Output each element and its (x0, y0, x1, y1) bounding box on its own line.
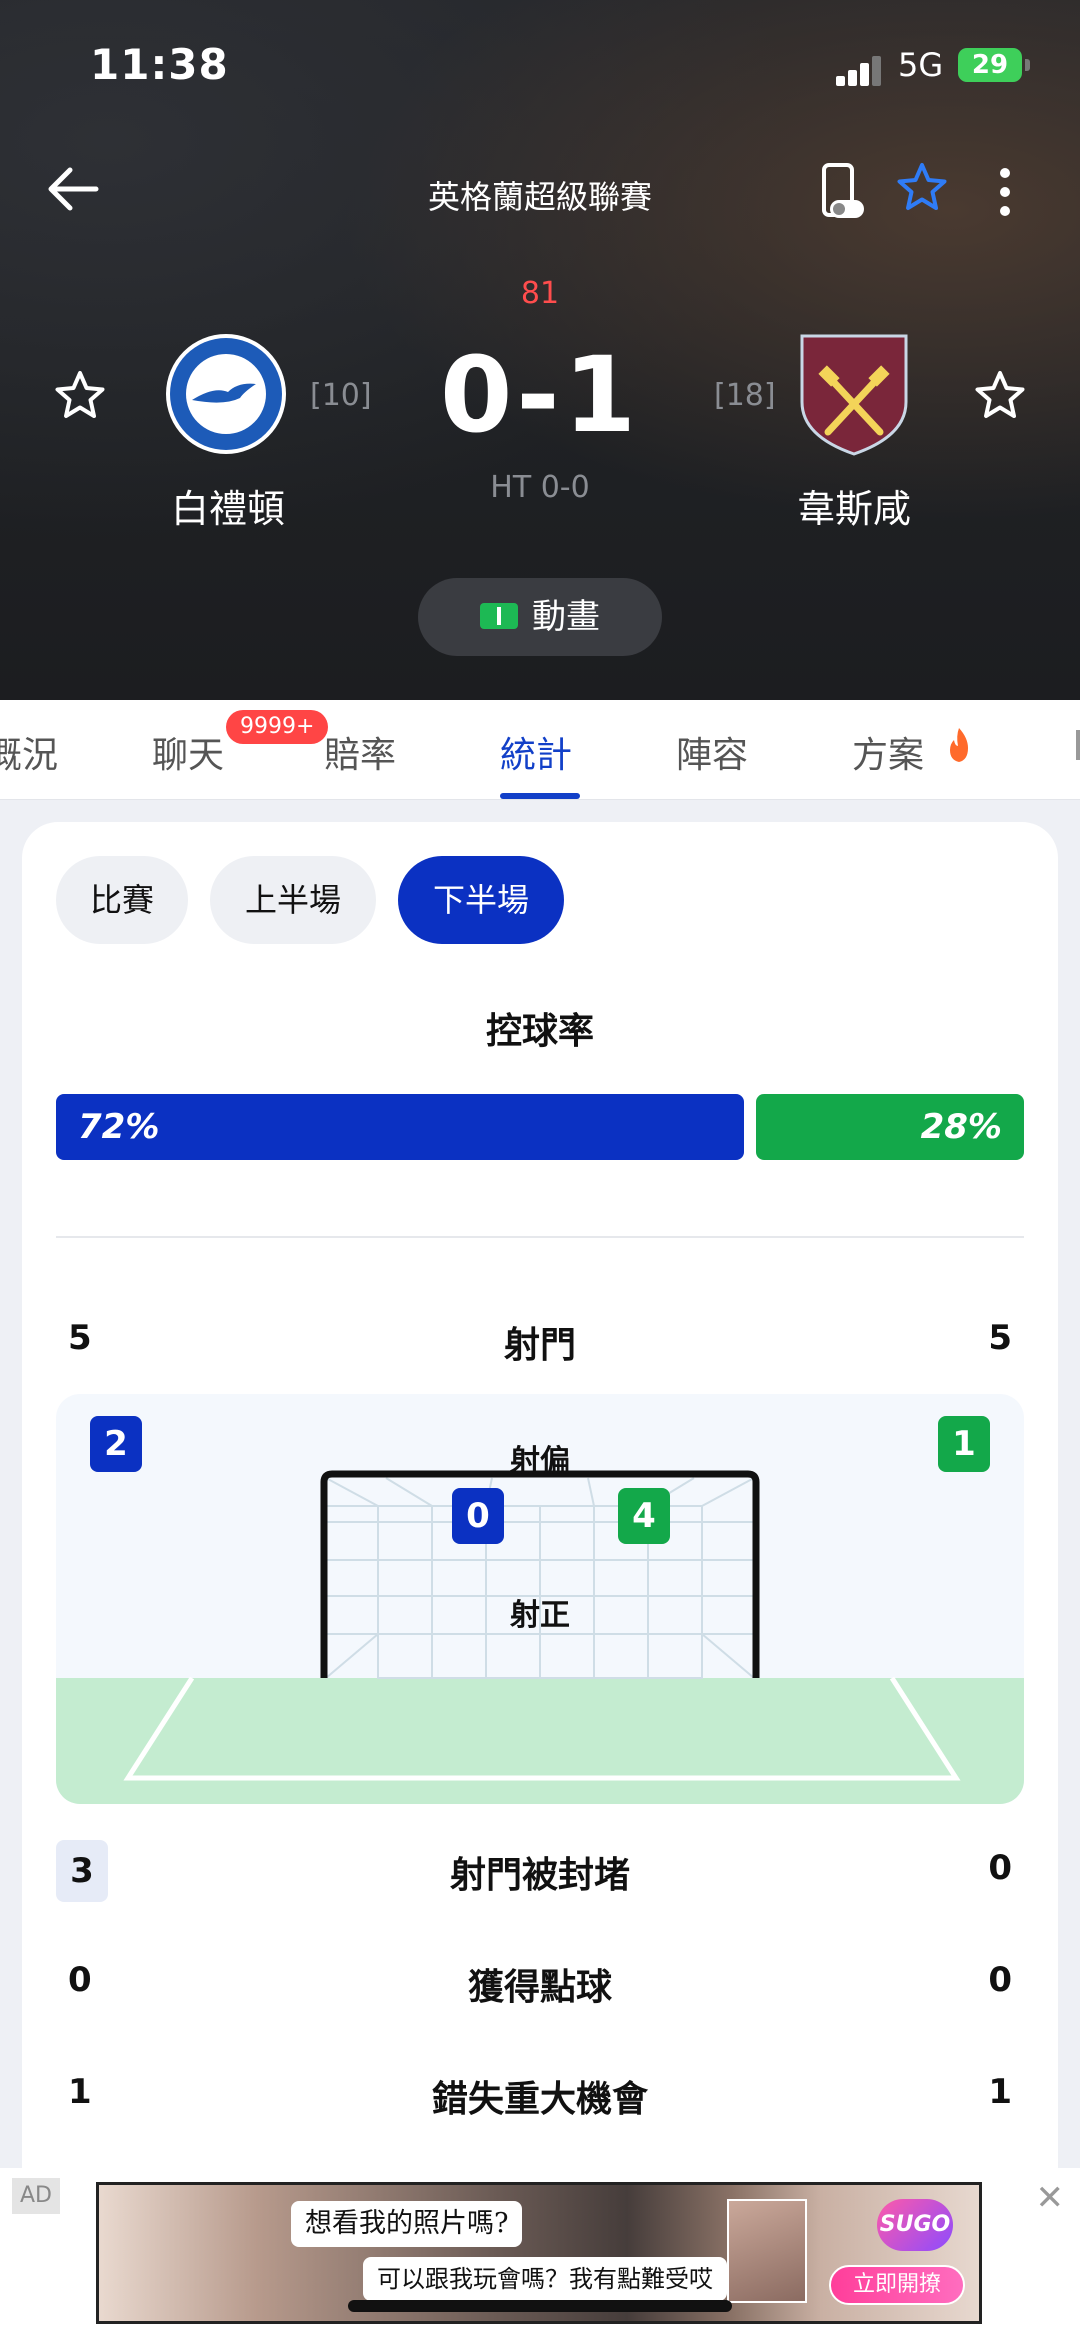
network-label: 5G (898, 46, 944, 84)
shots-on-home: 0 (452, 1488, 504, 1544)
shot-map: 2 射偏 1 0 4 射正 (56, 1394, 1024, 1804)
blocked-away: 0 (988, 1848, 1012, 1888)
ad-cta-button[interactable]: 立即開撩 (829, 2265, 965, 2305)
ad-tag: AD (12, 2178, 60, 2214)
battery-icon: 29 (958, 48, 1022, 82)
ad-close-icon[interactable]: ✕ (1036, 2178, 1065, 2218)
away-team-name[interactable]: 韋斯咸 (734, 478, 974, 533)
ad-text-line2: 可以跟我玩會嗎？我有點難受哎 (363, 2257, 727, 2301)
shots-off-away: 1 (938, 1416, 990, 1472)
phone-toggle-icon[interactable] (818, 162, 868, 222)
favorite-away-star-icon[interactable] (972, 368, 1028, 424)
home-rank: [10] (310, 378, 372, 413)
league-title: 英格蘭超級聯賽 (427, 178, 652, 216)
match-header: 11:38 5G 29 英格蘭超級聯賽 81 [10] 白禮頓 0-1 HT 0… (0, 0, 1080, 700)
back-arrow-icon[interactable] (44, 164, 104, 214)
possession-away-bar: 28% (756, 1094, 1024, 1160)
tab-lineup[interactable]: 陣容 (676, 726, 748, 778)
ad-brand-logo: SUGO (877, 2199, 953, 2251)
possession-home-value: 72% (78, 1107, 160, 1147)
home-team-name[interactable]: 白禮頓 (108, 478, 348, 533)
next-tab-peek (1076, 730, 1080, 760)
halftime-score: HT 0-0 (490, 470, 590, 505)
penalties-away: 0 (988, 1960, 1012, 2000)
stat-row-big-chances-missed: 1 錯失重大機會 1 (56, 2064, 1024, 2124)
favorite-home-star-icon[interactable] (52, 368, 108, 424)
chip-first-half[interactable]: 上半場 (210, 856, 376, 944)
favorite-match-star-icon[interactable] (894, 160, 950, 216)
shots-on-label: 射正 (510, 1598, 570, 1633)
shots-off-label: 射偏 (510, 1444, 570, 1479)
chip-second-half[interactable]: 下半場 (398, 856, 564, 944)
status-time: 11:38 (90, 40, 229, 89)
shots-label: 射門 (503, 1325, 576, 1366)
tab-bar: 概況 聊天 9999+ 賠率 統計 陣容 方案 (0, 700, 1080, 800)
active-tab-indicator (500, 793, 580, 799)
more-menu-icon[interactable] (990, 162, 1020, 218)
battery-level: 29 (971, 50, 1009, 80)
tab-chat[interactable]: 聊天 (152, 726, 224, 778)
divider (56, 1236, 1024, 1238)
stat-row-blocked: 3 射門被封堵 0 (56, 1840, 1024, 1902)
possession-title: 控球率 (485, 1011, 594, 1052)
ad-thumbnail (727, 2199, 807, 2303)
penalties-label: 獲得點球 (467, 1967, 612, 2008)
brighton-crest-icon[interactable] (164, 332, 288, 456)
stat-row-shots: 5 射門 5 (56, 1310, 1024, 1370)
possession-home-bar: 72% (56, 1094, 744, 1160)
shots-on-away: 4 (618, 1488, 670, 1544)
tab-overview[interactable]: 概況 (0, 726, 58, 778)
away-rank: [18] (714, 378, 776, 413)
chip-full-match[interactable]: 比賽 (56, 856, 188, 944)
blocked-label: 射門被封堵 (449, 1855, 630, 1896)
battery-tip (1025, 59, 1030, 71)
shots-away: 5 (988, 1318, 1012, 1358)
big-chances-label: 錯失重大機會 (431, 2079, 648, 2120)
match-minute: 81 (520, 276, 560, 311)
match-score: 0-1 (440, 334, 640, 456)
status-bar: 11:38 5G 29 (0, 40, 1080, 100)
top-bar: 英格蘭超級聯賽 (0, 150, 1080, 230)
home-indicator[interactable] (348, 2300, 732, 2312)
possession-away-value: 28% (920, 1107, 1002, 1147)
flame-icon (950, 728, 968, 762)
tab-odds[interactable]: 賠率 (324, 726, 396, 778)
tab-stats[interactable]: 統計 (500, 726, 572, 778)
chat-count-badge: 9999+ (226, 710, 329, 744)
animation-button[interactable]: 動畫 (418, 578, 662, 656)
west-ham-crest-icon[interactable] (792, 332, 916, 456)
tab-tips[interactable]: 方案 (852, 726, 924, 778)
ad-text-line1: 想看我的照片嗎? (291, 2201, 523, 2247)
pitch-icon (480, 602, 518, 629)
stats-card: 比賽 上半場 下半場 控球率 72% 28% 5 射門 5 2 射偏 1 0 4… (22, 822, 1058, 2242)
animation-label: 動畫 (532, 597, 600, 637)
big-chances-away: 1 (988, 2072, 1012, 2112)
stat-row-penalties: 0 獲得點球 0 (56, 1952, 1024, 2012)
signal-icon (836, 54, 884, 86)
